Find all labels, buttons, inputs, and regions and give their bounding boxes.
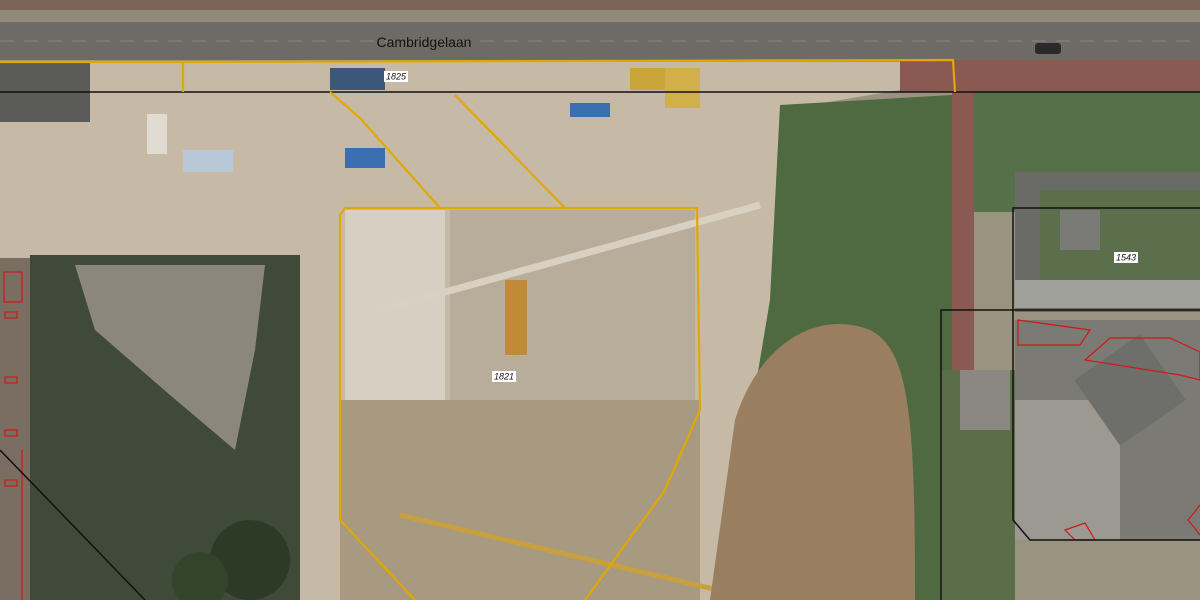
container-blue: [330, 68, 385, 90]
parcel-label-1821[interactable]: 1821: [494, 372, 514, 382]
aerial-map: Cambridgelaan 1825 1821 1543: [0, 0, 1200, 600]
building-facade: [1015, 280, 1200, 308]
concrete-slab-main: [450, 210, 695, 400]
container-yellow: [665, 68, 700, 108]
container-yellow: [630, 68, 670, 90]
parcel-label-1825[interactable]: 1825: [386, 72, 407, 82]
parcel-label-1543[interactable]: 1543: [1116, 253, 1136, 263]
left-building: [0, 258, 30, 600]
vertical-bike-path: [952, 90, 974, 370]
paved-path: [960, 370, 1010, 430]
concrete-slab-west: [345, 210, 445, 410]
timber-formwork: [340, 400, 700, 600]
upper-verge: [0, 10, 1200, 22]
container-blue: [345, 148, 385, 168]
container-blue: [570, 103, 610, 117]
material-stack: [183, 150, 233, 172]
site-cabin: [147, 114, 167, 154]
car: [1035, 43, 1061, 54]
street-label: Cambridgelaan: [377, 34, 472, 50]
crane-tower: [505, 280, 527, 355]
map-view[interactable]: Cambridgelaan 1825 1821 1543: [0, 0, 1200, 600]
lower-bike-path: [900, 60, 1200, 92]
roof-structure: [1060, 210, 1100, 250]
